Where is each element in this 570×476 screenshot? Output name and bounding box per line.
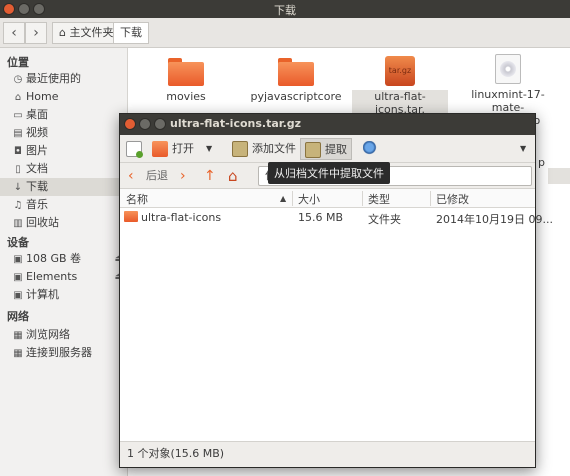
download-icon: ↓ <box>13 182 23 193</box>
window-title: 下载 <box>274 4 296 17</box>
disc-icon <box>495 54 521 84</box>
sidebar: 位置 ◷ 最近使用的 ⌂ Home ▭ 桌面 ▤ 视频 ◘ 图片 ▯ 文档 ↓ 下载 ♫ 音乐 … <box>0 48 128 476</box>
file-manager-titlebar: 下载 <box>0 0 570 18</box>
sidebar-header-devices: 设备 <box>7 236 29 249</box>
sidebar-header-places: 位置 <box>7 56 29 69</box>
extract-tooltip: 从归档文件中提取文件 <box>268 162 390 184</box>
archive-file-list: 名称 ▲ 大小 类型 已修改 ultra-flat-icons 15.6 MB … <box>120 189 553 441</box>
minimize-window-button[interactable] <box>139 118 151 130</box>
sort-arrow-icon: ▲ <box>280 194 287 203</box>
folder-icon <box>278 58 314 86</box>
drive-icon: ▣ <box>13 272 23 283</box>
breadcrumb-current[interactable]: 下载 <box>113 22 149 44</box>
caret-down-icon: ▼ <box>206 144 213 153</box>
column-header-name[interactable]: 名称 <box>126 191 148 207</box>
add-files-icon <box>232 141 248 157</box>
menu-button[interactable]: ▼ <box>520 138 526 160</box>
home-icon[interactable]: ⌂ <box>228 166 238 186</box>
archive-titlebar: ultra-flat-icons.tar.gz <box>120 114 535 135</box>
sidebar-item-downloads[interactable]: ↓ 下载 <box>0 178 127 196</box>
caret-down-icon: ▼ <box>520 144 527 153</box>
close-window-button[interactable] <box>124 118 136 130</box>
sidebar-item-browse-network[interactable]: ▦ 浏览网络 <box>0 326 127 344</box>
partial-file-item[interactable] <box>548 168 570 184</box>
file-item-pyjavascriptcore[interactable]: pyjavascriptcore <box>246 58 346 103</box>
network-icon: ▦ <box>13 330 23 341</box>
forward-arrow-icon[interactable]: › <box>180 166 186 186</box>
sidebar-item-trash[interactable]: ▥ 回收站 <box>0 214 127 232</box>
archive-toolbar: 打开 ▼ 添加文件 提取 ▼ <box>120 135 535 163</box>
column-header-size[interactable]: 大小 <box>298 191 320 207</box>
server-icon: ▦ <box>13 348 23 359</box>
status-bar: 1 个对象(15.6 MB) <box>120 441 535 467</box>
open-button[interactable]: 打开 <box>152 138 194 160</box>
home-icon: ⌂ <box>14 92 22 103</box>
file-manager-toolbar: ‹ › ⌂ 主文件夹 下载 <box>0 18 570 48</box>
sidebar-item-music[interactable]: ♫ 音乐 <box>0 196 127 214</box>
desktop-icon: ▭ <box>13 110 23 121</box>
folder-icon <box>124 211 138 222</box>
partial-file-label: p <box>538 156 545 169</box>
column-header-type[interactable]: 类型 <box>368 191 390 207</box>
back-arrow-icon[interactable]: ‹ <box>128 166 134 186</box>
column-header-modified[interactable]: 已修改 <box>436 191 469 207</box>
sidebar-item-documents[interactable]: ▯ 文档 <box>0 160 127 178</box>
sidebar-item-volume[interactable]: ▣108 GB 卷⏏ <box>0 250 127 268</box>
open-folder-icon <box>152 141 168 157</box>
sidebar-item-recent[interactable]: ◷ 最近使用的 <box>0 70 127 88</box>
trash-icon: ▥ <box>13 218 23 229</box>
drive-icon: ▣ <box>13 290 23 301</box>
new-document-icon <box>126 141 143 158</box>
file-item-movies[interactable]: movies <box>156 58 216 103</box>
sidebar-item-home[interactable]: ⌂ Home <box>0 88 127 106</box>
new-archive-button[interactable] <box>126 138 146 160</box>
folder-icon <box>168 58 204 86</box>
archive-window-title: ultra-flat-icons.tar.gz <box>170 117 302 130</box>
up-arrow-icon[interactable]: ↑ <box>204 166 216 186</box>
breadcrumb-home[interactable]: ⌂ 主文件夹 <box>52 22 121 44</box>
home-icon: ⌂ <box>59 26 66 39</box>
search-icon <box>363 141 379 157</box>
camera-icon: ◘ <box>14 146 22 157</box>
chevron-left-icon: ‹ <box>11 25 17 41</box>
document-icon: ▯ <box>15 164 21 175</box>
chevron-right-icon: › <box>33 25 39 41</box>
sidebar-item-computer[interactable]: ▣ 计算机 <box>0 286 127 304</box>
add-files-button[interactable]: 添加文件 <box>232 138 296 160</box>
sidebar-item-desktop[interactable]: ▭ 桌面 <box>0 106 127 124</box>
sidebar-item-videos[interactable]: ▤ 视频 <box>0 124 127 142</box>
find-button[interactable] <box>363 138 383 160</box>
back-button[interactable]: 后退 <box>146 166 168 186</box>
sidebar-item-pictures[interactable]: ◘ 图片 <box>0 142 127 160</box>
maximize-window-button[interactable] <box>154 118 166 130</box>
sidebar-header-network: 网络 <box>7 310 29 323</box>
column-header-row: 名称 ▲ 大小 类型 已修改 <box>120 189 535 208</box>
video-icon: ▤ <box>13 128 23 139</box>
archive-icon: tar.gz <box>385 56 415 86</box>
open-dropdown-arrow[interactable]: ▼ <box>206 138 212 160</box>
clock-icon: ◷ <box>13 74 23 85</box>
table-row[interactable]: ultra-flat-icons 15.6 MB 文件夹 2014年10月19日… <box>120 209 553 228</box>
music-icon: ♫ <box>13 200 23 211</box>
drive-icon: ▣ <box>13 254 23 265</box>
sidebar-item-connect-server[interactable]: ▦ 连接到服务器 <box>0 344 127 362</box>
forward-button[interactable]: › <box>25 22 47 44</box>
sidebar-item-elements[interactable]: ▣Elements⏏ <box>0 268 127 286</box>
extract-button[interactable]: 提取 <box>300 138 352 160</box>
back-button[interactable]: ‹ <box>3 22 25 44</box>
extract-icon <box>305 142 321 158</box>
